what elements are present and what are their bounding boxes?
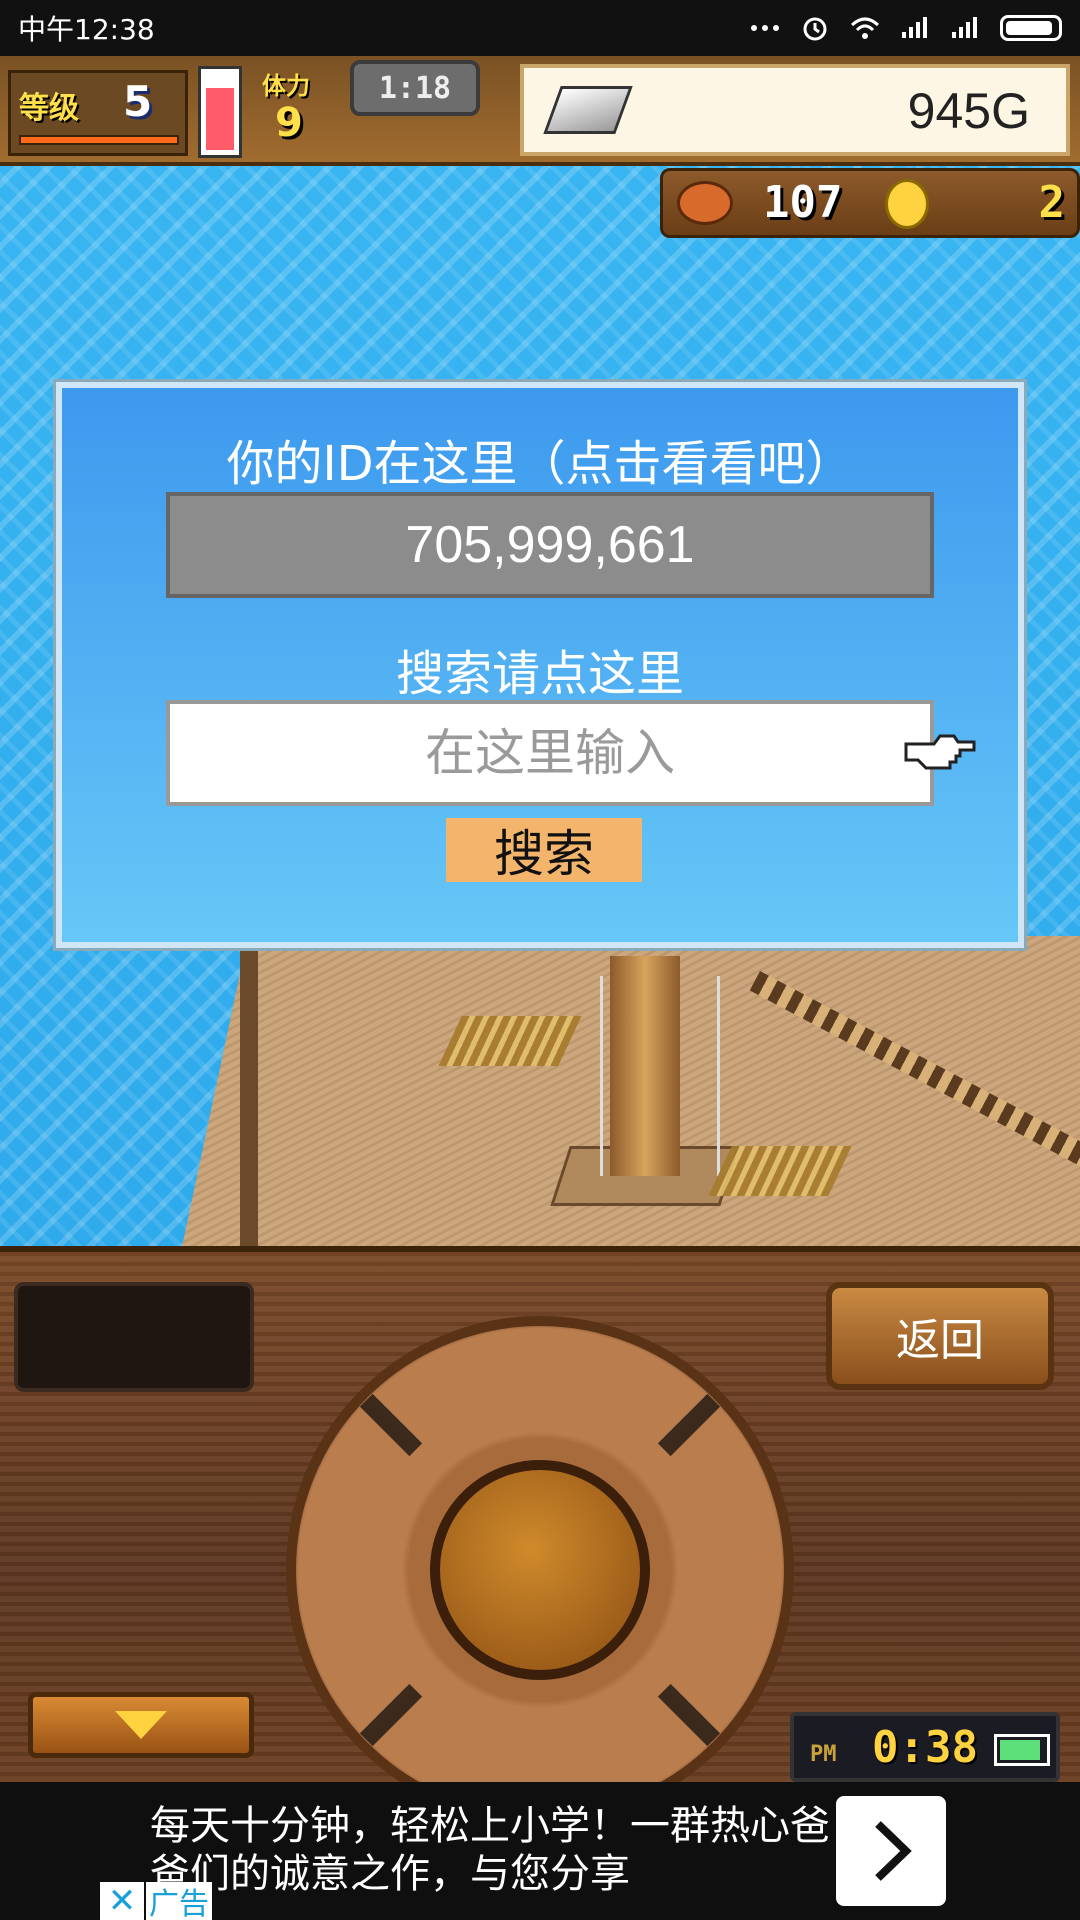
gold-panel: 945G [520,64,1070,156]
experience-bar [19,135,179,145]
deck-hatch [438,1016,582,1066]
search-title: 搜索请点这里 [395,646,684,702]
more-icon [750,16,780,40]
status-bar: 中午12:38 4G1X [0,0,1080,56]
gold-value: 945G [907,83,1030,139]
control-panel: 返回 PM 0:38 [0,1246,1080,1782]
mast-ropes [600,976,720,1176]
game-battery-icon [994,1734,1050,1766]
down-arrow-icon [115,1711,167,1739]
search-input[interactable] [166,700,934,806]
pointing-hand-icon [904,734,976,770]
resource-panel: 107 2 [660,168,1080,238]
meat-icon [677,181,733,225]
back-button[interactable]: 返回 [826,1282,1054,1390]
coin-icon [885,179,929,229]
level-value: 5 [123,77,153,126]
deck-hatch [708,1146,852,1196]
player-id-display[interactable]: 705,999,661 [166,492,934,598]
clock-time: 0:38 [872,1722,978,1773]
dpad-divider [359,1683,423,1747]
stamina-value: 9 [275,100,303,146]
search-button[interactable]: 搜索 [446,818,642,883]
wifi-icon [850,16,880,40]
chevron-right-icon [875,1821,912,1881]
game-viewport[interactable]: 等级 5 体力 9 1:18 945G 107 2 你的ID在这里（点击看看吧）… [0,56,1080,1782]
level-label: 等级 [19,91,79,126]
signal-4g-icon: 4G1X [950,16,980,40]
level-panel: 等级 5 [8,70,188,156]
id-search-dialog: 你的ID在这里（点击看看吧） 705,999,661 搜索请点这里 搜索 [56,382,1024,948]
dpad-divider [359,1393,423,1457]
stamina-gauge [198,66,242,158]
battery-icon [1000,15,1062,41]
status-time: 中午12:38 [18,13,155,46]
ad-label: 广告 [146,1882,212,1920]
silver-bar-icon [543,86,633,134]
top-hud: 等级 5 体力 9 1:18 945G [0,56,1080,166]
food-value: 107 [763,177,843,228]
id-title: 你的ID在这里（点击看看吧） [226,436,854,492]
game-clock: PM 0:38 [790,1712,1060,1782]
ad-open-button[interactable] [836,1796,946,1906]
alarm-icon [800,16,830,41]
status-icons: 4G1X [750,15,1062,41]
signal-icon [900,16,930,40]
dpad-divider [657,1683,721,1747]
ad-text[interactable]: 每天十分钟，轻松上小学！一群热心爸爸们的诚意之作，与您分享 [150,1802,830,1898]
directional-pad[interactable] [286,1316,794,1782]
stamina-timer: 1:18 [350,60,480,116]
ad-banner[interactable]: 每天十分钟，轻松上小学！一群热心爸爸们的诚意之作，与您分享 ✕ 广告 [0,1782,1080,1920]
ad-close-button[interactable]: ✕ [100,1881,144,1920]
clock-ampm: PM [810,1742,837,1767]
dpad-center-button[interactable] [430,1460,650,1680]
mini-screen [14,1282,254,1392]
dpad-divider [657,1393,721,1457]
stamina-label: 体力 [262,72,310,100]
coin-value: 2 [1038,177,1066,228]
menu-down-button[interactable] [28,1692,254,1758]
